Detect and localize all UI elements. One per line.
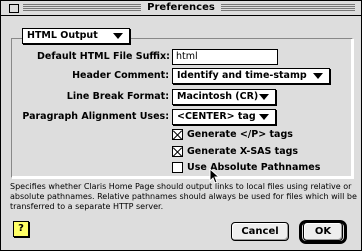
paragraph-align-value: <CENTER> tag — [177, 111, 256, 122]
suffix-label: Default HTML File Suffix: — [37, 51, 170, 62]
header-comment-value: Identify and time-stamp — [177, 70, 307, 81]
line-break-popup[interactable]: Macintosh (CR) — [172, 89, 276, 105]
section-popup[interactable]: HTML Output — [22, 28, 130, 44]
paragraph-align-label: Paragraph Alignment Uses: — [22, 111, 169, 122]
line-break-value: Macintosh (CR) — [177, 91, 259, 102]
popup-arrow-icon — [313, 73, 323, 79]
header-comment-label: Header Comment: — [72, 70, 169, 81]
generate-p-tags-checkbox[interactable] — [172, 129, 183, 140]
cancel-button[interactable]: Cancel — [231, 222, 289, 241]
window-title-container: Preferences — [1, 2, 361, 14]
section-popup-value: HTML Output — [27, 30, 98, 41]
paragraph-align-popup[interactable]: <CENTER> tag — [172, 109, 276, 125]
popup-arrow-icon — [113, 33, 123, 39]
ok-button[interactable]: OK — [303, 222, 343, 241]
absolute-pathnames-checkbox[interactable] — [172, 162, 183, 173]
header-comment-popup[interactable]: Identify and time-stamp — [172, 68, 330, 84]
generate-xsas-tags-checkbox[interactable] — [172, 146, 183, 157]
absolute-pathnames-label: Use Absolute Pathnames — [187, 162, 321, 173]
generate-xsas-tags-label: Generate X-SAS tags — [187, 146, 299, 157]
popup-arrow-icon — [259, 114, 269, 120]
line-break-label: Line Break Format: — [66, 91, 169, 102]
title-bar[interactable]: Preferences — [1, 1, 361, 16]
suffix-field[interactable]: html — [172, 49, 278, 65]
help-description: Specifies whether Claris Home Page shoul… — [10, 182, 357, 211]
window-title: Preferences — [141, 2, 221, 13]
help-button[interactable]: ? — [13, 221, 29, 237]
popup-arrow-icon — [259, 94, 269, 100]
mouse-pointer-icon — [209, 168, 220, 184]
preferences-window: Preferences HTML Output Default HTML Fil… — [0, 0, 362, 251]
generate-p-tags-label: Generate </P> tags — [187, 129, 293, 140]
